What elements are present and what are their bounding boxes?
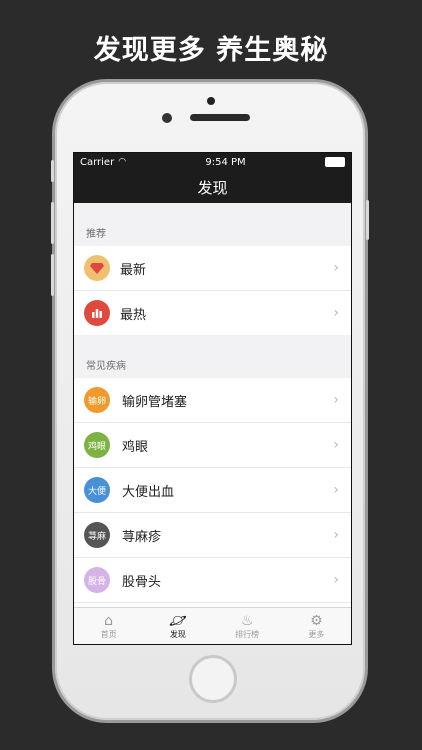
gear-icon: ⚙	[310, 612, 323, 629]
list-item-label: 鸡眼	[122, 439, 149, 455]
battery-icon	[324, 157, 345, 167]
chevron-right-icon: ›	[333, 437, 339, 453]
tab-label: 首页	[100, 629, 117, 639]
chevron-right-icon: ›	[333, 527, 339, 543]
status-bar: Carrier ◠ 9:54 PM	[74, 153, 351, 171]
list-item-label: 最新	[120, 262, 147, 278]
section-common-diseases: 常见疾病 输卵 输卵管堵塞 › 鸡眼 鸡眼 › 大便 大便出血 › 荨麻 荨麻疹…	[74, 335, 351, 644]
tab-home[interactable]: ⌂ 首页	[79, 613, 139, 640]
earpiece-speaker	[190, 114, 250, 121]
power-button	[366, 200, 369, 240]
tab-label: 更多	[308, 629, 325, 639]
disease-badge: 股骨	[84, 567, 110, 593]
list-item-latest[interactable]: 最新 ›	[74, 246, 351, 291]
chart-icon	[84, 300, 110, 326]
disease-badge: 荨麻	[84, 522, 110, 548]
disease-badge: 鸡眼	[84, 432, 110, 458]
volume-down-button	[51, 254, 54, 296]
list-item-label: 最热	[120, 307, 147, 323]
list-item-disease[interactable]: 大便 大便出血 ›	[74, 468, 351, 513]
section-title: 推荐	[86, 229, 106, 240]
status-time: 9:54 PM	[205, 156, 246, 168]
tab-discover[interactable]: 🪐︎ 发现	[148, 613, 208, 640]
tab-label: 排行榜	[235, 629, 260, 639]
front-camera	[162, 113, 172, 123]
list-item-hot[interactable]: 最热 ›	[74, 291, 351, 335]
list-item-label: 荨麻疹	[122, 529, 162, 545]
tab-more[interactable]: ⚙ 更多	[286, 613, 346, 640]
chevron-right-icon: ›	[333, 572, 339, 588]
tab-bar: ⌂ 首页 🪐︎ 发现 ♨ 排行榜 ⚙ 更多	[74, 607, 351, 644]
top-sensor	[207, 97, 215, 105]
disease-badge: 大便	[84, 477, 110, 503]
chevron-right-icon: ›	[333, 482, 339, 498]
list-item-label: 大便出血	[122, 484, 175, 500]
mute-switch	[51, 160, 54, 182]
list-item-disease[interactable]: 股骨 股骨头 ›	[74, 558, 351, 603]
chevron-right-icon: ›	[333, 305, 339, 321]
gem-icon	[84, 255, 110, 281]
nav-bar: 发现	[74, 171, 351, 203]
phone-frame: Carrier ◠ 9:54 PM 发现 推荐 最新 › 最热 › 常见疾病 输…	[51, 82, 369, 720]
disease-badge: 输卵	[84, 387, 110, 413]
promo-headline: 发现更多 养生奥秘	[93, 35, 329, 66]
list-item-disease[interactable]: 荨麻 荨麻疹 ›	[74, 513, 351, 558]
section-recommend: 推荐 最新 › 最热 ›	[74, 203, 351, 335]
app-screen: Carrier ◠ 9:54 PM 发现 推荐 最新 › 最热 › 常见疾病 输…	[73, 152, 352, 645]
tab-label: 发现	[169, 629, 186, 639]
planet-icon: 🪐︎	[168, 612, 187, 629]
home-button[interactable]	[189, 655, 237, 703]
list-item-label: 股骨头	[122, 574, 162, 590]
nav-title: 发现	[197, 178, 228, 197]
section-title: 常见疾病	[86, 361, 126, 372]
volume-up-button	[51, 202, 54, 244]
tab-ranking[interactable]: ♨ 排行榜	[217, 613, 277, 640]
wifi-icon: ◠	[118, 157, 127, 167]
list-item-label: 输卵管堵塞	[122, 394, 188, 410]
list-item-disease[interactable]: 鸡眼 鸡眼 ›	[74, 423, 351, 468]
chevron-right-icon: ›	[333, 392, 339, 408]
chevron-right-icon: ›	[333, 260, 339, 276]
carrier-label: Carrier	[80, 156, 115, 168]
flame-icon: ♨	[240, 612, 254, 629]
home-icon: ⌂	[104, 612, 114, 629]
list-item-disease[interactable]: 输卵 输卵管堵塞 ›	[74, 378, 351, 423]
